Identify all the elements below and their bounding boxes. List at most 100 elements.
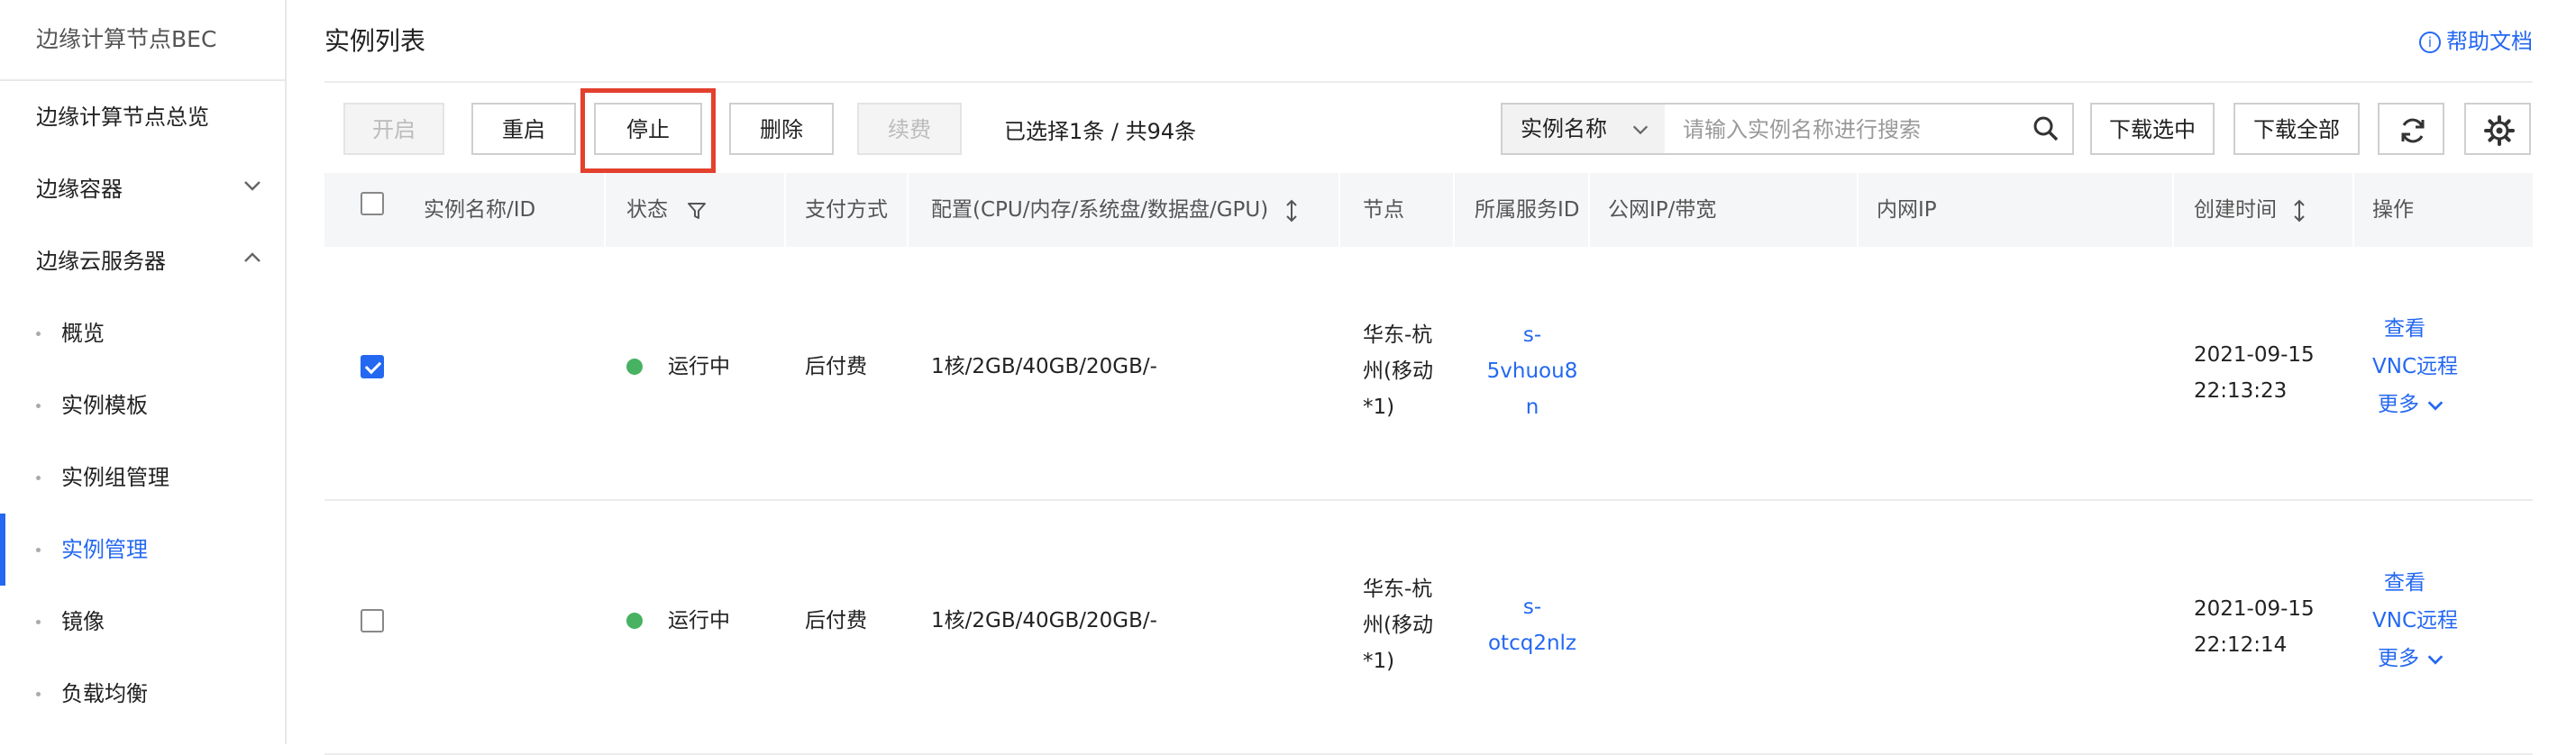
- more-label: 更多: [2378, 647, 2419, 670]
- select-all-checkbox[interactable]: [361, 192, 384, 215]
- column-header-service: 所属服务ID: [1475, 198, 1580, 222]
- sidebar-item-label: 边缘容器: [36, 177, 123, 202]
- chevron-up-icon: [242, 225, 263, 297]
- bullet-icon: [36, 548, 41, 552]
- more-link[interactable]: 更多: [2378, 386, 2445, 423]
- sidebar-subitem-overview[interactable]: 概览: [0, 297, 285, 369]
- active-indicator: [0, 514, 5, 586]
- search-field-select[interactable]: 实例名称: [1503, 105, 1665, 153]
- bullet-icon: [36, 332, 41, 336]
- status-text: 运行中: [668, 355, 730, 378]
- column-separator: [2352, 173, 2354, 247]
- row-checkbox[interactable]: [361, 609, 384, 632]
- search-box: 实例名称: [1501, 103, 2074, 155]
- service-id-line: otcq2nlz: [1487, 632, 1576, 655]
- search-field-label: 实例名称: [1521, 116, 1607, 141]
- service-id-line: 5vhuou8: [1486, 359, 1578, 383]
- sidebar-item-label: 边缘云服务器: [36, 249, 166, 274]
- created-time: 22:13:23: [2194, 379, 2288, 403]
- status-dot-icon: [626, 613, 643, 629]
- main-content: 实例列表 i 帮助文档 开启 重启 停止 删除 续费 已选择1条 / 共94条 实…: [287, 0, 2576, 755]
- column-header-status: 状态: [626, 173, 707, 247]
- help-doc-label: 帮助文档: [2446, 29, 2533, 54]
- node-line: *1): [1363, 396, 1395, 419]
- column-separator: [1453, 173, 1455, 247]
- bullet-icon: [36, 404, 41, 408]
- column-separator: [604, 173, 606, 247]
- help-doc-link[interactable]: i 帮助文档: [2419, 23, 2533, 55]
- sidebar-subitem-instance-management[interactable]: 实例管理: [0, 514, 285, 586]
- restart-button[interactable]: 重启: [471, 103, 576, 155]
- sidebar-item-edge-container[interactable]: 边缘容器: [0, 153, 285, 225]
- sidebar-subitem-instance-template[interactable]: 实例模板: [0, 369, 285, 441]
- created-date: 2021-09-15: [2194, 343, 2315, 367]
- view-link[interactable]: 查看: [2384, 564, 2425, 602]
- service-id-line: s-: [1522, 596, 1542, 619]
- created-time: 22:12:14: [2194, 633, 2288, 657]
- table-header: 实例名称/ID 状态 支付方式 配置(CPU/内存/系统盘/数据盘/GPU) 节…: [324, 173, 2533, 247]
- sidebar: 边缘计算节点BEC 边缘计算节点总览 边缘容器 边缘云服务器 概览 实例模板 实…: [0, 0, 287, 744]
- sidebar-subitem-label: 实例模板: [61, 393, 148, 418]
- column-header-config: 配置(CPU/内存/系统盘/数据盘/GPU): [931, 173, 1299, 247]
- column-separator: [1338, 173, 1340, 247]
- status-cell: 运行中: [626, 603, 730, 639]
- column-separator: [1588, 173, 1590, 247]
- service-id-link[interactable]: s- 5vhuou8 n: [1469, 317, 1595, 425]
- column-separator: [907, 173, 909, 247]
- config-cell: 1核/2GB/40GB/20GB/-: [931, 609, 1157, 632]
- sort-icon[interactable]: [2292, 198, 2307, 222]
- status-dot-icon: [626, 359, 643, 375]
- renew-button[interactable]: 续费: [857, 103, 962, 155]
- column-header-config-label: 配置(CPU/内存/系统盘/数据盘/GPU): [931, 198, 1269, 222]
- delete-button[interactable]: 删除: [729, 103, 834, 155]
- sidebar-subitem-load-balancer[interactable]: 负载均衡: [0, 658, 285, 730]
- sidebar-subitem-label: 负载均衡: [61, 681, 148, 706]
- table-row: 运行中 后付费 1核/2GB/40GB/20GB/- 华东-杭 州(移动 *1)…: [324, 501, 2533, 755]
- created-date: 2021-09-15: [2194, 597, 2315, 621]
- column-header-ops: 操作: [2372, 198, 2414, 222]
- created-cell: 2021-09-15 22:12:14: [2194, 591, 2315, 663]
- vnc-link[interactable]: VNC远程: [2372, 348, 2458, 386]
- service-id-line: s-: [1522, 323, 1542, 347]
- service-id-link[interactable]: s- otcq2nlz: [1469, 589, 1595, 661]
- page-title: 实例列表: [324, 26, 426, 56]
- row-checkbox[interactable]: [361, 355, 384, 378]
- service-id-line: n: [1525, 396, 1539, 419]
- start-button[interactable]: 开启: [343, 103, 444, 155]
- bullet-icon: [36, 620, 41, 624]
- column-header-public-ip: 公网IP/带宽: [1608, 198, 1717, 222]
- download-all-button[interactable]: 下载全部: [2233, 103, 2360, 155]
- filter-icon[interactable]: [687, 198, 707, 222]
- info-icon: i: [2419, 32, 2441, 53]
- sort-icon[interactable]: [1284, 198, 1299, 222]
- refresh-icon: [2401, 118, 2425, 143]
- refresh-button[interactable]: [2378, 103, 2444, 155]
- table-row: 运行中 后付费 1核/2GB/40GB/20GB/- 华东-杭 州(移动 *1)…: [324, 247, 2533, 501]
- status-text: 运行中: [668, 609, 730, 632]
- node-line: 州(移动: [1363, 614, 1433, 637]
- sidebar-subitem-instance-group[interactable]: 实例组管理: [0, 441, 285, 514]
- more-link[interactable]: 更多: [2378, 640, 2445, 678]
- column-header-created-label: 创建时间: [2194, 198, 2277, 222]
- sidebar-subitem-image[interactable]: 镜像: [0, 586, 285, 658]
- sidebar-subitem-label: 实例管理: [61, 537, 148, 562]
- column-header-node: 节点: [1363, 198, 1404, 222]
- node-cell: 华东-杭 州(移动 *1): [1363, 571, 1433, 679]
- search-input[interactable]: [1665, 105, 2027, 155]
- settings-button[interactable]: [2464, 103, 2531, 155]
- download-selected-button[interactable]: 下载选中: [2090, 103, 2215, 155]
- sidebar-item-edge-cloud-server[interactable]: 边缘云服务器: [0, 225, 285, 297]
- node-line: 华东-杭: [1363, 578, 1433, 601]
- vnc-link[interactable]: VNC远程: [2372, 602, 2458, 640]
- node-cell: 华东-杭 州(移动 *1): [1363, 317, 1433, 425]
- sidebar-title: 边缘计算节点BEC: [0, 0, 285, 81]
- chevron-down-icon: [242, 153, 263, 225]
- bullet-icon: [36, 476, 41, 480]
- column-header-created: 创建时间: [2194, 173, 2307, 247]
- view-link[interactable]: 查看: [2384, 310, 2425, 348]
- sidebar-item-overview[interactable]: 边缘计算节点总览: [0, 81, 285, 153]
- search-icon[interactable]: [2032, 115, 2060, 142]
- sidebar-subitem-label: 镜像: [61, 609, 105, 634]
- more-label: 更多: [2378, 393, 2419, 416]
- created-cell: 2021-09-15 22:13:23: [2194, 337, 2315, 409]
